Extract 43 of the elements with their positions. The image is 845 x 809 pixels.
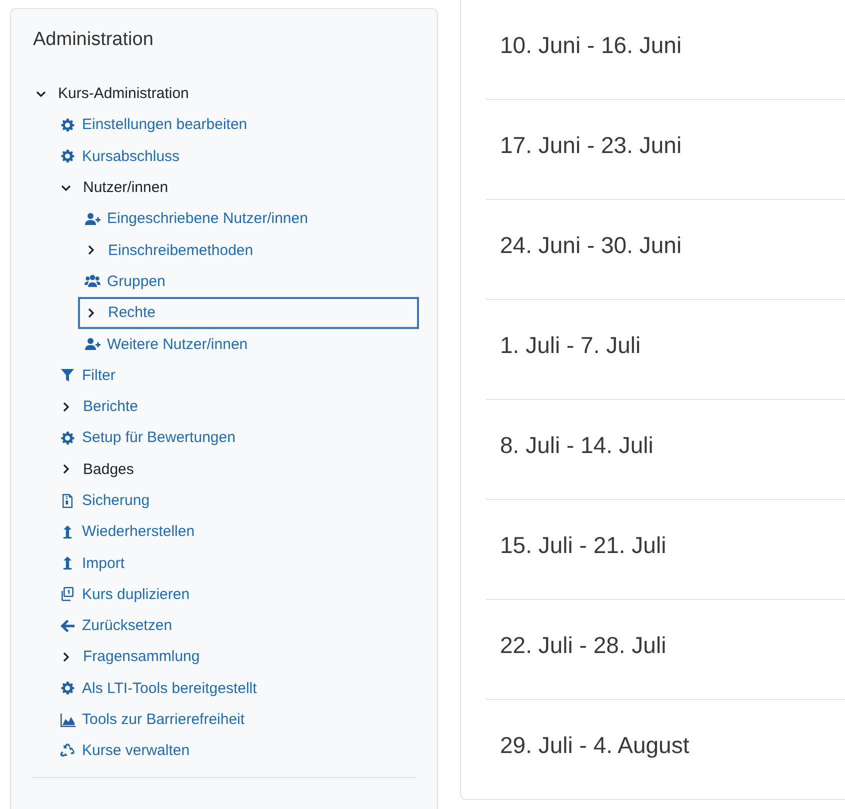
tree-item[interactable]: Gruppen <box>82 269 168 294</box>
week-title: 22. Juli - 28. Juli <box>500 632 666 658</box>
gear-icon <box>59 116 76 133</box>
tree-item[interactable]: Einschreibemethoden <box>82 238 256 262</box>
tree-item[interactable]: Kursabschluss <box>57 144 182 168</box>
tree-item[interactable]: Kurse verwalten <box>57 738 192 763</box>
tree-item[interactable]: Zurücksetzen <box>57 614 174 638</box>
filter-icon <box>59 367 76 384</box>
user-add-icon <box>84 336 101 352</box>
tree-item[interactable]: Rechte <box>80 298 417 327</box>
week-title: 15. Juli - 21. Juli <box>500 532 666 558</box>
recycle-icon <box>59 742 76 759</box>
tree-item[interactable]: Import <box>57 551 127 576</box>
tree-item[interactable]: Tools zur Barrierefreiheit <box>57 708 247 732</box>
arrow-left-icon <box>59 618 76 634</box>
tree-item[interactable]: Wiederherstellen <box>57 520 197 544</box>
gear-icon <box>59 680 76 696</box>
area-chart-icon <box>59 712 76 728</box>
tree-item[interactable]: Einstellungen bearbeiten <box>57 112 250 137</box>
gear-icon <box>59 430 76 446</box>
tree-item[interactable]: Kurs-Administration <box>32 82 191 106</box>
tree-item[interactable]: Badges <box>57 457 136 482</box>
week-title: 17. Juni - 23. Juni <box>500 132 682 158</box>
gear-icon <box>59 148 76 164</box>
tree-item[interactable]: Setup für Bewertungen <box>57 426 238 450</box>
tree-item[interactable]: Berichte <box>57 394 140 419</box>
week-title: 1. Juli - 7. Juli <box>500 332 641 358</box>
tree-item[interactable]: Fragensammlung <box>57 644 202 669</box>
users-icon <box>84 273 101 290</box>
tree-item[interactable]: Sicherung <box>57 488 152 512</box>
panel-title: Administration <box>33 29 154 51</box>
week-title: 8. Juli - 14. Juli <box>500 432 654 458</box>
week-title: 29. Juli - 4. August <box>500 732 690 758</box>
tree-item[interactable]: Als LTI-Tools bereitgestellt <box>57 676 259 700</box>
week-title: 10. Juni - 16. Juni <box>500 32 682 58</box>
tree-item[interactable]: Eingeschriebene Nutzer/innen <box>82 206 310 231</box>
tree-item[interactable]: Nutzer/innen <box>57 176 170 200</box>
tree-item[interactable]: Kurs duplizieren <box>57 582 192 606</box>
user-add-icon <box>84 210 101 227</box>
tree-item[interactable]: Filter <box>57 363 118 388</box>
week-title: 24. Juni - 30. Juni <box>500 232 682 258</box>
tree-item[interactable]: Weitere Nutzer/innen <box>82 332 250 356</box>
copy-icon <box>59 586 76 602</box>
